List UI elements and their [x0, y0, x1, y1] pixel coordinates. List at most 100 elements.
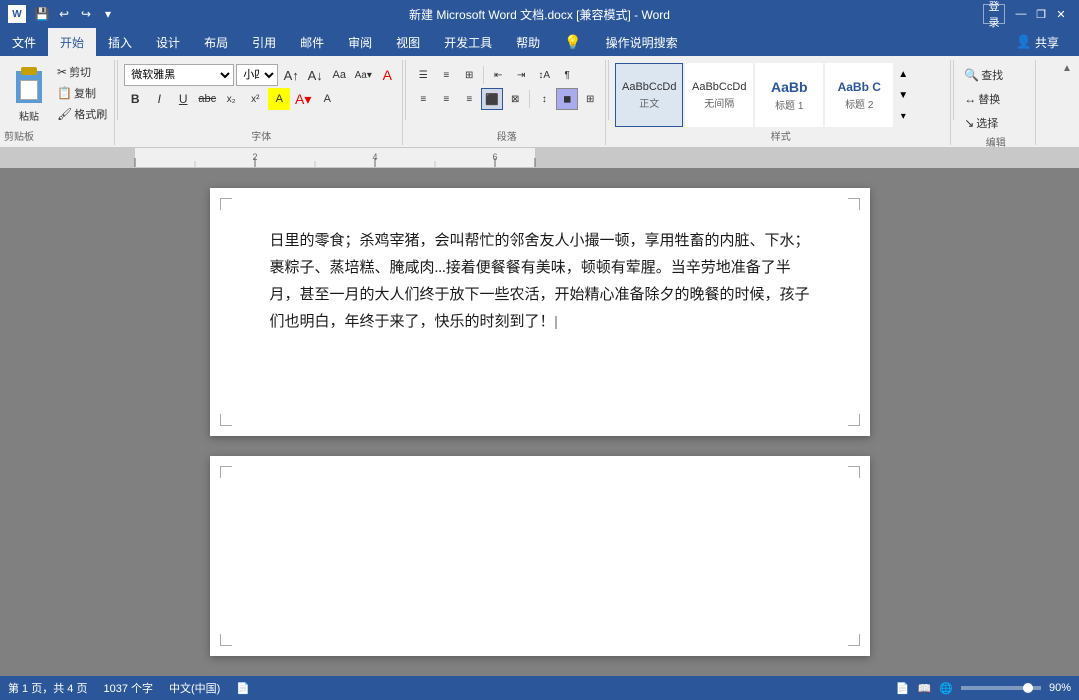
strikethrough-button[interactable]: abc [196, 88, 218, 110]
style-normal[interactable]: AaBbCcDd 正文 [615, 63, 683, 127]
copy-button[interactable]: 📋 复制 [54, 83, 110, 103]
styles-scroll-up[interactable]: ▲ [895, 64, 911, 84]
tab-layout[interactable]: 布局 [192, 28, 240, 56]
corner-tl-p1 [220, 198, 232, 210]
font-effects-btn[interactable]: A [316, 88, 338, 110]
minimize-button[interactable]: — [1011, 5, 1031, 23]
columns-btn[interactable]: ⊠ [504, 88, 526, 110]
tab-review[interactable]: 审阅 [336, 28, 384, 56]
page-1-text: 日里的零食；杀鸡宰猪，会叫帮忙的邻舍友人小撮一顿，享用牲畜的内脏、下水；裹粽子、… [270, 228, 810, 336]
paragraph-group: ☰ ≡ ⊞ ⇤ ⇥ ↕A ¶ ≡ ≡ ≡ ⬛ ⊠ ↕ ◼ ⊞ 段落 [408, 60, 606, 145]
view-read-btn[interactable]: 📖 [918, 682, 932, 695]
format-painter-button[interactable]: 🖌 格式刷 [54, 104, 110, 124]
styles-scroll: ▲ ▼ ▾ [895, 64, 911, 126]
style-nospace-preview: AaBbCcDd [692, 81, 746, 93]
title-bar: W 💾 ↩ ↪ ▾ 新建 Microsoft Word 文档.docx [兼容模… [0, 0, 1079, 28]
ruler: 2 4 6 [15, 148, 1079, 167]
divider-clipboard-font [117, 60, 118, 120]
tab-search[interactable]: 操作说明搜索 [594, 28, 690, 56]
align-left-btn[interactable]: ≡ [412, 88, 434, 110]
corner-bl-p1 [220, 414, 232, 426]
text-color-btn[interactable]: A [376, 64, 398, 86]
clear-format-btn[interactable]: Aa [328, 64, 350, 86]
highlight-btn[interactable]: A [268, 88, 290, 110]
corner-tl-p2 [220, 466, 232, 478]
multilevel-btn[interactable]: ⊞ [458, 64, 480, 86]
style-normal-preview: AaBbCcDd [622, 81, 676, 93]
line-spacing-btn[interactable]: ↕ [533, 88, 555, 110]
login-button[interactable]: 登录 [983, 4, 1005, 24]
divider-para-styles [608, 60, 609, 120]
font-family-select[interactable]: 微软雅黑 [124, 64, 234, 86]
select-button[interactable]: ↘ 选择 [960, 112, 1031, 134]
page-2-content[interactable] [210, 456, 870, 656]
corner-br-p1 [848, 414, 860, 426]
para-divider [483, 66, 484, 84]
bold-button[interactable]: B [124, 88, 146, 110]
page-1-content[interactable]: 日里的零食；杀鸡宰猪，会叫帮忙的邻舍友人小撮一顿，享用牲畜的内脏、下水；裹粽子、… [210, 188, 870, 376]
font-size-select[interactable]: 小四 [236, 64, 278, 86]
style-heading1[interactable]: AaBb 标题 1 [755, 63, 823, 127]
close-button[interactable]: ✕ [1051, 5, 1071, 23]
para-divider2 [529, 90, 530, 108]
tab-help[interactable]: 帮助 [504, 28, 552, 56]
underline-button[interactable]: U [172, 88, 194, 110]
tab-home[interactable]: 开始 [48, 28, 96, 56]
tab-mailings[interactable]: 邮件 [288, 28, 336, 56]
show-marks-btn[interactable]: ¶ [556, 64, 578, 86]
replace-button[interactable]: ↔ 替换 [960, 88, 1031, 110]
style-nospace-label: 无间隔 [704, 95, 734, 110]
styles-expand[interactable]: ▾ [895, 106, 911, 126]
subscript-button[interactable]: x₂ [220, 88, 242, 110]
redo-quick-btn[interactable]: ↪ [76, 5, 96, 23]
cut-button[interactable]: ✂ 剪切 [54, 62, 110, 82]
tab-bulb[interactable]: 💡 [552, 28, 593, 56]
paste-button[interactable]: 粘贴 [6, 62, 52, 128]
increase-font-btn[interactable]: A↑ [280, 64, 302, 86]
share-button[interactable]: 👤 共享 [1004, 28, 1071, 56]
align-right-btn[interactable]: ≡ [458, 88, 480, 110]
style-nospace[interactable]: AaBbCcDd 无间隔 [685, 63, 753, 127]
zoom-slider[interactable] [961, 686, 1041, 690]
corner-tr-p1 [848, 198, 860, 210]
zoom-level[interactable]: 90% [1049, 682, 1071, 694]
tab-references[interactable]: 引用 [240, 28, 288, 56]
sort-btn[interactable]: ↕A [533, 64, 555, 86]
window-title: 新建 Microsoft Word 文档.docx [兼容模式] - Word [409, 6, 670, 23]
align-center-btn[interactable]: ≡ [435, 88, 457, 110]
view-layout-btn[interactable]: 📄 [896, 682, 910, 695]
text-cursor: | [555, 309, 558, 336]
ribbon-content: 粘贴 ✂ 剪切 📋 复制 🖌 格式刷 剪贴板 微软雅黑 小四 [0, 56, 1079, 148]
para-shading-btn[interactable]: ◼ [556, 88, 578, 110]
increase-indent-btn[interactable]: ⇥ [510, 64, 532, 86]
change-case-btn[interactable]: Aa▾ [352, 64, 374, 86]
italic-button[interactable]: I [148, 88, 170, 110]
more-quick-btn[interactable]: ▾ [98, 5, 118, 23]
borders-btn[interactable]: ⊞ [579, 88, 601, 110]
tab-design[interactable]: 设计 [144, 28, 192, 56]
numbering-btn[interactable]: ≡ [435, 64, 457, 86]
tab-developer[interactable]: 开发工具 [432, 28, 504, 56]
zoom-thumb [1023, 683, 1033, 693]
paragraph-group-label: 段落 [412, 128, 601, 143]
style-heading2[interactable]: AaBb C 标题 2 [825, 63, 893, 127]
styles-group: AaBbCcDd 正文 AaBbCcDd 无间隔 AaBb 标题 1 AaBb … [611, 60, 951, 145]
decrease-font-btn[interactable]: A↓ [304, 64, 326, 86]
find-button[interactable]: 🔍 查找 [960, 64, 1031, 86]
undo-quick-btn[interactable]: ↩ [54, 5, 74, 23]
word-count: 1037 个字 [103, 680, 153, 696]
superscript-button[interactable]: x² [244, 88, 266, 110]
restore-button[interactable]: ❐ [1031, 5, 1051, 23]
tab-insert[interactable]: 插入 [96, 28, 144, 56]
view-web-btn[interactable]: 🌐 [939, 682, 953, 695]
save-quick-btn[interactable]: 💾 [32, 5, 52, 23]
language[interactable]: 中文(中国) [169, 680, 220, 696]
font-color-btn[interactable]: A▾ [292, 88, 314, 110]
styles-scroll-down[interactable]: ▼ [895, 85, 911, 105]
tab-view[interactable]: 视图 [384, 28, 432, 56]
align-justify-btn[interactable]: ⬛ [481, 88, 503, 110]
ribbon-resize-btn[interactable]: ▲ [1059, 60, 1075, 76]
decrease-indent-btn[interactable]: ⇤ [487, 64, 509, 86]
tab-file[interactable]: 文件 [0, 28, 48, 56]
bullets-btn[interactable]: ☰ [412, 64, 434, 86]
